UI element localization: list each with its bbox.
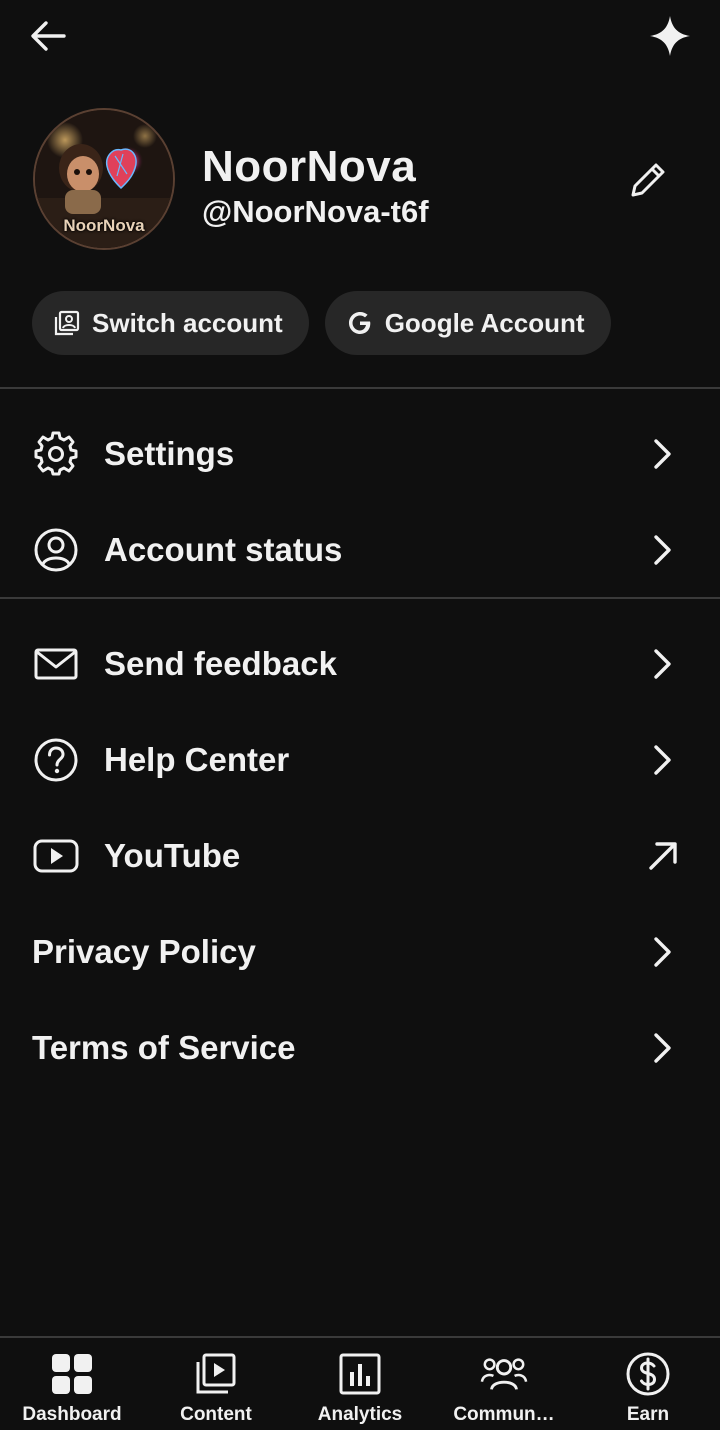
menu-label-send-feedback: Send feedback bbox=[104, 645, 337, 682]
dashboard-grid-icon bbox=[48, 1350, 96, 1398]
back-button[interactable] bbox=[28, 12, 84, 60]
menu-item-privacy-policy[interactable]: Privacy Policy bbox=[0, 904, 720, 1000]
nav-label-dashboard: Dashboard bbox=[22, 1404, 122, 1425]
chevron-right-icon bbox=[646, 932, 680, 972]
nav-dashboard[interactable]: Dashboard bbox=[0, 1338, 144, 1430]
dollar-circle-icon bbox=[624, 1350, 672, 1398]
switch-account-icon bbox=[52, 308, 82, 338]
menu-item-terms-of-service[interactable]: Terms of Service bbox=[0, 1000, 720, 1096]
chevron-right-icon bbox=[646, 530, 680, 570]
google-g-icon bbox=[345, 308, 375, 338]
account-chips: Switch account Google Account bbox=[32, 291, 611, 355]
channel-handle: @NoorNova-t6f bbox=[202, 194, 429, 229]
edit-profile-button[interactable] bbox=[624, 156, 672, 204]
avatar-logo-text: NoorNova bbox=[63, 216, 145, 235]
gear-icon bbox=[32, 430, 80, 478]
external-link-arrow-icon bbox=[646, 836, 680, 876]
nav-analytics[interactable]: Analytics bbox=[288, 1338, 432, 1430]
nav-earn[interactable]: Earn bbox=[576, 1338, 720, 1430]
switch-account-label: Switch account bbox=[92, 307, 283, 338]
menu-label-settings: Settings bbox=[104, 435, 235, 472]
chevron-right-icon bbox=[646, 1028, 680, 1068]
switch-account-button[interactable]: Switch account bbox=[32, 291, 309, 355]
google-account-button[interactable]: Google Account bbox=[324, 291, 611, 355]
help-circle-icon bbox=[32, 736, 80, 784]
sparkle-icon bbox=[650, 16, 690, 56]
menu-label-youtube: YouTube bbox=[104, 837, 241, 874]
arrow-left-icon bbox=[31, 21, 66, 51]
google-account-label: Google Account bbox=[384, 307, 585, 338]
divider bbox=[0, 597, 720, 599]
chevron-right-icon bbox=[646, 434, 680, 474]
avatar[interactable]: NoorNova bbox=[33, 108, 175, 250]
menu-label-help-center: Help Center bbox=[104, 741, 290, 778]
menu-item-help-center[interactable]: Help Center bbox=[0, 712, 720, 808]
person-circle-icon bbox=[32, 526, 80, 574]
youtube-play-icon bbox=[32, 832, 80, 880]
nav-label-content: Content bbox=[180, 1404, 252, 1425]
analytics-bars-icon bbox=[336, 1350, 384, 1398]
nav-label-community: Commun… bbox=[453, 1404, 555, 1425]
bottom-nav: Dashboard Content Analytics Commun… Earn bbox=[0, 1336, 720, 1430]
nav-label-analytics: Analytics bbox=[317, 1404, 403, 1425]
menu-label-terms-of-service: Terms of Service bbox=[32, 1029, 296, 1066]
menu-label-account-status: Account status bbox=[104, 531, 343, 568]
community-people-icon bbox=[480, 1350, 528, 1398]
content-play-icon bbox=[192, 1350, 240, 1398]
chevron-right-icon bbox=[646, 740, 680, 780]
menu-item-send-feedback[interactable]: Send feedback bbox=[0, 616, 720, 712]
sparkle-button[interactable] bbox=[636, 10, 692, 62]
profile-header: NoorNova NoorNova @NoorNova-t6f bbox=[0, 104, 720, 254]
nav-community[interactable]: Commun… bbox=[432, 1338, 576, 1430]
menu-item-youtube[interactable]: YouTube bbox=[0, 808, 720, 904]
nav-label-earn: Earn bbox=[626, 1404, 670, 1425]
chevron-right-icon bbox=[646, 644, 680, 684]
channel-name: NoorNova bbox=[202, 142, 417, 191]
divider bbox=[0, 387, 720, 389]
nav-content[interactable]: Content bbox=[144, 1338, 288, 1430]
menu-item-account-status[interactable]: Account status bbox=[0, 502, 720, 598]
mail-icon bbox=[32, 640, 80, 688]
pencil-icon bbox=[631, 163, 665, 197]
menu-label-privacy-policy: Privacy Policy bbox=[32, 933, 256, 970]
menu-item-settings[interactable]: Settings bbox=[0, 406, 720, 502]
top-bar bbox=[0, 0, 720, 72]
